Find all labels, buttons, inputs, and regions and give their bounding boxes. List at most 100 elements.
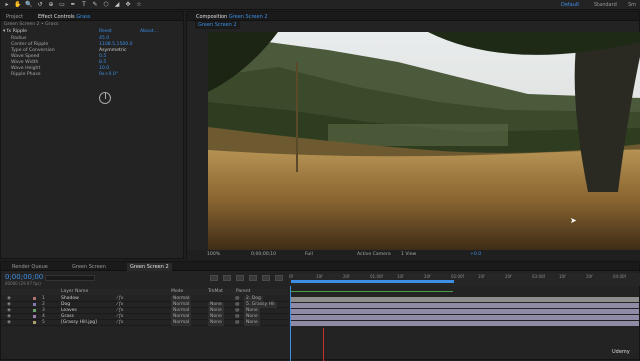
tab-composition-name: Green Screen 2 xyxy=(228,14,268,20)
current-time[interactable]: 0;00;00;10 xyxy=(251,250,276,259)
layer-duration-bar[interactable] xyxy=(290,302,639,308)
viewer-controls: 100% 0;00;00;10 Full Active Camera 1 Vie… xyxy=(187,250,640,259)
phase-dial-needle xyxy=(105,93,106,99)
tool-icon-9[interactable]: ⬡ xyxy=(102,1,110,9)
effect-header[interactable]: ▾ fx Ripple xyxy=(3,29,27,35)
layer-row[interactable]: ◉ 5 [Grassy Hill.jpg] ⁄ ƒx Normal None @ None xyxy=(1,320,288,326)
tool-icon-2[interactable]: 🔍 xyxy=(25,1,33,9)
layer-parent[interactable]: None xyxy=(244,320,260,326)
tool-icon-0[interactable]: ▸ xyxy=(3,1,11,9)
effect-controls-panel: Project Effect Controls Grass Green Scre… xyxy=(0,11,184,259)
eye-icon[interactable]: ◉ xyxy=(7,320,11,326)
layer-duration-bar[interactable] xyxy=(290,296,639,302)
tab-composition-label: Composition xyxy=(196,14,228,20)
ruler-tick-label: 20f xyxy=(586,274,593,279)
tool-icon-12[interactable]: ☆ xyxy=(135,1,143,9)
camera-select[interactable]: Active Camera xyxy=(357,250,391,259)
playhead[interactable] xyxy=(290,286,291,361)
tool-icon-4[interactable]: ⊕ xyxy=(47,1,55,9)
graph-editor-button[interactable] xyxy=(275,275,283,281)
ruler-tick-label: 10f xyxy=(559,274,566,279)
timeline-tab[interactable]: Green Screen xyxy=(69,263,109,271)
draft-3d-button[interactable] xyxy=(223,275,231,281)
exposure-value[interactable]: +0.0 xyxy=(470,250,481,259)
layer-name[interactable]: [Grassy Hill.jpg] xyxy=(61,320,97,326)
label-color-swatch[interactable] xyxy=(33,315,36,318)
mouse-cursor: ➤ xyxy=(570,216,577,225)
col-trkmat: TrkMat xyxy=(208,289,223,294)
effect-prop-value[interactable]: 0x+0.0° xyxy=(99,72,118,78)
col-parent: Parent xyxy=(236,289,251,294)
label-color-swatch[interactable] xyxy=(33,309,36,312)
tool-icon-8[interactable]: ✎ xyxy=(91,1,99,9)
cache-bar xyxy=(290,291,453,292)
layer-duration-bar[interactable] xyxy=(290,320,639,326)
col-layer-name: Layer Name xyxy=(61,289,89,294)
switches-icon[interactable]: ⁄ ƒx xyxy=(117,320,123,326)
reset-link[interactable]: Reset xyxy=(99,29,112,35)
layer-trkmat[interactable]: None xyxy=(208,320,224,326)
layer-duration-bar[interactable] xyxy=(290,314,639,320)
layer-duration-bar[interactable] xyxy=(290,308,639,314)
ruler-tick-label: 20f xyxy=(424,274,431,279)
ruler-tick-label: 0f xyxy=(289,274,293,279)
search-input[interactable] xyxy=(45,275,95,281)
shy-button[interactable] xyxy=(236,275,244,281)
tool-icon-11[interactable]: ✥ xyxy=(124,1,132,9)
timeline-tab[interactable]: Green Screen 2 xyxy=(127,263,172,271)
timeline-switches xyxy=(210,275,288,282)
col-mode: Mode xyxy=(171,289,184,294)
ruler-tick-label: 10f xyxy=(478,274,485,279)
pickwhip-icon[interactable]: @ xyxy=(235,320,240,326)
label-color-swatch[interactable] xyxy=(33,303,36,306)
layer-number: 5 xyxy=(42,320,45,325)
time-ruler[interactable]: 0f 10f 20f 01:00f 10f 20f 02:00f 10f 20f 03:00f 10… xyxy=(289,273,640,286)
zoom-select[interactable]: 100% xyxy=(207,250,220,259)
phase-dial[interactable] xyxy=(99,92,111,104)
ruler-tick-label: 02:00f xyxy=(451,274,464,279)
comp-subtab[interactable]: Green Screen 2 xyxy=(195,21,240,29)
tool-icon-1[interactable]: ✋ xyxy=(14,1,22,9)
tab-effect-controls[interactable]: Effect Controls Grass xyxy=(35,13,93,21)
layer-column-header: Layer Name Mode TrkMat Parent xyxy=(1,289,288,295)
breadcrumb: Green Screen 2 • Grass xyxy=(4,22,59,27)
timeline-tab[interactable]: Render Queue xyxy=(9,263,51,271)
comp-viewer[interactable]: ➤ xyxy=(208,32,640,250)
ruler-tick-label: 20f xyxy=(505,274,512,279)
workspace-default[interactable]: Default xyxy=(561,2,579,8)
work-area-bar[interactable] xyxy=(291,280,454,283)
tab-project[interactable]: Project xyxy=(3,13,26,21)
about-link[interactable]: About... xyxy=(140,29,158,35)
tab-effect-controls-label: Effect Controls xyxy=(38,14,75,20)
workspace-standard[interactable]: Standard xyxy=(594,2,617,8)
layer-mode[interactable]: Normal xyxy=(171,320,192,326)
tool-icon-5[interactable]: ▭ xyxy=(58,1,66,9)
fps-display: 00000 (29.97 fps) xyxy=(5,281,41,286)
timecode-display[interactable]: 0;00;00;00 xyxy=(5,273,43,281)
ruler-tick-label: 04:00f xyxy=(613,274,626,279)
ruler-tick-label: 01:00f xyxy=(370,274,383,279)
label-color-swatch[interactable] xyxy=(33,321,36,324)
effect-name: Ripple xyxy=(12,29,27,34)
frame-blend-button[interactable] xyxy=(249,275,257,281)
workspace-small[interactable]: Sm xyxy=(628,2,636,8)
tab-effect-controls-layer: Grass xyxy=(76,14,91,20)
ruler-tick-label: 20f xyxy=(343,274,350,279)
udemy-watermark: Udemy xyxy=(612,349,630,355)
comp-flowchart-button[interactable] xyxy=(210,275,218,281)
views-select[interactable]: 1 View xyxy=(401,250,416,259)
tools-toolbar: ▸ ✋ 🔍 ↺ ⊕ ▭ ✒ T ✎ ⬡ ◢ ✥ ☆ Default Standard Sm xyxy=(0,0,640,10)
composition-panel: Composition Green Screen 2 Green Screen … xyxy=(186,11,640,259)
tool-icon-3[interactable]: ↺ xyxy=(36,1,44,9)
tool-icon-10[interactable]: ◢ xyxy=(113,1,121,9)
resolution-select[interactable]: Full xyxy=(305,250,313,259)
marker-line xyxy=(323,328,324,361)
tool-icon-7[interactable]: T xyxy=(80,1,88,9)
timeline-panel: Render Queue Green Screen Green Screen 2 0… xyxy=(0,261,640,361)
ruler-tick-label: 03:00f xyxy=(532,274,545,279)
ruler-tick-label: 10f xyxy=(397,274,404,279)
tool-icon-6[interactable]: ✒ xyxy=(69,1,77,9)
label-color-swatch[interactable] xyxy=(33,297,36,300)
tab-composition[interactable]: Composition Green Screen 2 xyxy=(193,13,271,21)
motion-blur-button[interactable] xyxy=(262,275,270,281)
